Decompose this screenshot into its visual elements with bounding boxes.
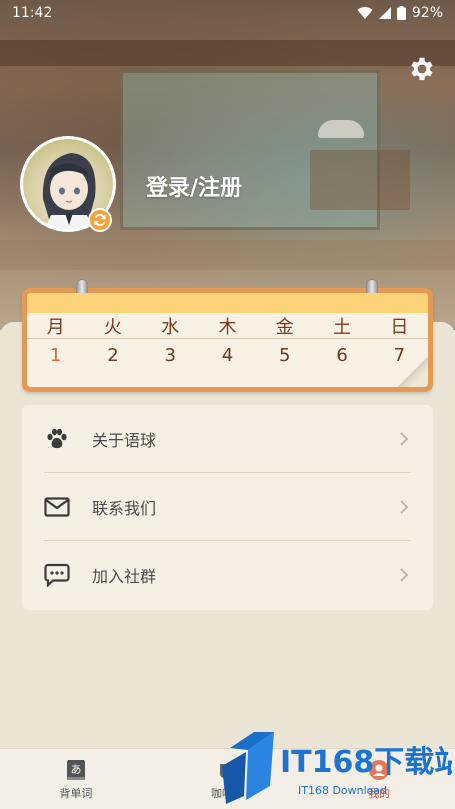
battery-icon — [396, 6, 406, 20]
wifi-icon — [357, 7, 373, 20]
weekday-label: 月 — [46, 316, 65, 338]
nav-tab-label: 咖啡厅 — [211, 786, 244, 800]
status-time: 11:42 — [12, 5, 53, 21]
nav-tab-label: 背单词 — [59, 786, 93, 800]
chevron-right-icon — [400, 568, 409, 582]
menu-item-label: 联系我们 — [92, 498, 157, 518]
calendar-date-today[interactable]: 1 — [27, 345, 84, 366]
calendar-date[interactable]: 3 — [142, 345, 199, 366]
nav-tab-vocabulary[interactable]: あ 背单词 — [0, 749, 152, 809]
week-calendar: 月 火 水 木 金 土 日 1 2 3 4 5 6 7 — [22, 279, 433, 392]
status-bar: 11:42 92% — [0, 0, 455, 26]
menu-item-community[interactable]: 加入社群 — [44, 541, 411, 609]
status-icons: 92% — [357, 5, 443, 21]
calendar-date[interactable]: 2 — [84, 345, 141, 366]
menu-item-label: 加入社群 — [92, 567, 157, 586]
chat-icon — [44, 562, 70, 588]
kana-book-icon: あ — [66, 759, 85, 780]
weekday-label: 火 — [103, 316, 122, 338]
gear-icon[interactable] — [407, 54, 437, 84]
calendar-date[interactable]: 6 — [313, 345, 370, 366]
calendar-weekday-row: 月 火 水 木 金 土 日 — [27, 313, 428, 339]
settings-menu: 关于语球 联系我们 加入社群 — [22, 405, 433, 610]
nav-tab-cafe[interactable]: 咖啡厅 — [152, 749, 304, 809]
calendar-date[interactable]: 5 — [256, 345, 313, 366]
calendar-header-strip — [27, 293, 428, 313]
calendar-date-row: 1 2 3 4 5 6 7 — [27, 339, 428, 372]
weekday-label: 日 — [390, 316, 409, 338]
weekday-label: 木 — [218, 316, 237, 338]
login-register-link[interactable]: 登录/注册 — [146, 170, 242, 202]
refresh-avatar-button[interactable] — [88, 208, 112, 232]
bottom-navigation: あ 背单词 咖啡厅 我的 — [0, 748, 455, 809]
page-curl — [398, 357, 428, 387]
coffee-icon — [219, 763, 239, 778]
weekday-label: 金 — [275, 316, 294, 338]
refresh-icon — [94, 214, 106, 226]
avatar-container[interactable] — [20, 136, 116, 232]
signal-icon — [378, 7, 391, 19]
svg-text:あ: あ — [70, 763, 81, 776]
weekday-label: 水 — [161, 316, 180, 338]
paw-icon — [44, 426, 70, 452]
chevron-right-icon — [400, 431, 409, 446]
menu-item-label: 关于语球 — [92, 430, 157, 450]
nav-tab-label: 我的 — [368, 786, 391, 800]
mail-icon — [44, 494, 70, 520]
calendar-page: 月 火 水 木 金 土 日 1 2 3 4 5 6 7 — [27, 293, 428, 387]
profile-icon — [369, 759, 390, 780]
menu-item-contact[interactable]: 联系我们 — [44, 473, 411, 541]
menu-item-about[interactable]: 关于语球 — [44, 405, 411, 473]
nav-tab-profile[interactable]: 我的 — [303, 749, 455, 809]
chevron-right-icon — [400, 499, 409, 514]
calendar-date[interactable]: 4 — [199, 345, 256, 366]
battery-percent: 92% — [411, 5, 443, 21]
weekday-label: 土 — [333, 316, 352, 338]
